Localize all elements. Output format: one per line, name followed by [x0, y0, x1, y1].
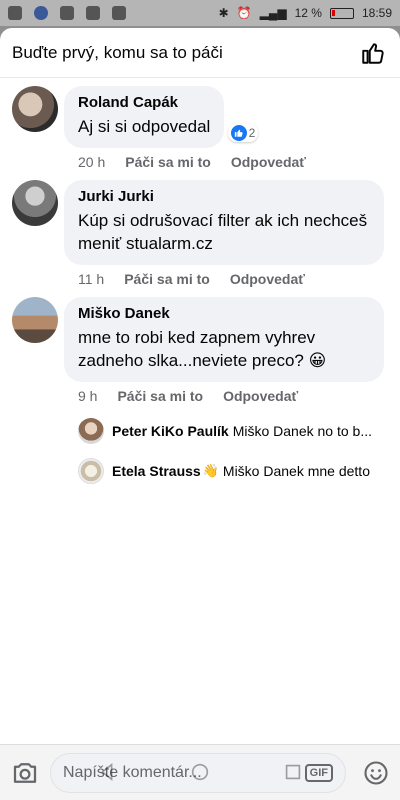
like-button[interactable]: Páči sa mi to	[125, 154, 211, 170]
like-reaction-icon	[230, 125, 247, 141]
comment-bubble[interactable]: Roland Capák Aj si si odpovedal 2	[64, 86, 259, 148]
comment-author[interactable]: Miško Danek	[78, 305, 370, 322]
comment-text: Kúp si odrušovací filter ak ich nechceš …	[78, 211, 368, 253]
reply-list: Peter KiKo Paulík Miško Danek no to b...…	[0, 414, 400, 488]
thumbs-up-icon[interactable]	[360, 40, 386, 66]
avatar[interactable]	[78, 418, 104, 444]
image-icon	[60, 6, 74, 20]
comment-item: Roland Capák Aj si si odpovedal 2 20 h P…	[0, 86, 400, 170]
avatar[interactable]	[12, 180, 58, 226]
comment-time: 20 h	[78, 154, 106, 170]
facebook-icon	[34, 6, 48, 20]
comment-time: 11 h	[78, 271, 105, 287]
comment-author[interactable]: Jurki Jurki	[78, 188, 370, 205]
reply-text: Miško Danek no to b...	[232, 423, 372, 439]
camera-icon[interactable]	[10, 758, 40, 788]
comments-sheet: Buďte prvý, komu sa to páči Roland Capák…	[0, 28, 400, 800]
gif-button[interactable]: GIF	[304, 763, 333, 782]
battery-icon	[329, 7, 354, 19]
notification-icon	[8, 6, 22, 20]
comment-actions: 9 h Páči sa mi to Odpovedať	[64, 382, 388, 404]
comment-time: 9 h	[78, 388, 98, 404]
bluetooth-icon: ✱	[218, 6, 229, 20]
comment-bubble[interactable]: Jurki Jurki Kúp si odrušovací filter ak …	[64, 180, 384, 265]
avatar[interactable]	[12, 297, 58, 343]
reply-text: Miško Danek mne detto	[222, 463, 370, 479]
like-button[interactable]: Páči sa mi to	[117, 388, 203, 404]
comment-bubble[interactable]: Miško Danek mne to robi ked zapnem vyhre…	[64, 297, 384, 382]
reply-button[interactable]: Odpovedať	[231, 154, 306, 170]
comment-text: Aj si si odpovedal	[78, 117, 211, 136]
reply-item[interactable]: Peter KiKo Paulík Miško Danek no to b...	[78, 414, 400, 448]
comment-composer: Napíšte komentár... GIF	[0, 744, 400, 800]
reaction-count: 2	[248, 126, 256, 140]
reply-item[interactable]: Etela Strauss 👋 Miško Danek mne detto	[78, 454, 400, 488]
reply-button[interactable]: Odpovedať	[223, 388, 298, 404]
battery-percent: 12 %	[294, 6, 322, 20]
emoji-icon[interactable]	[362, 759, 390, 787]
status-bar: ✱ ⏰ ▂▄▆ 12 % 18:59	[0, 0, 400, 26]
reply-author[interactable]: Etela Strauss	[112, 463, 201, 479]
comment-input[interactable]: Napíšte komentár... GIF	[50, 752, 346, 793]
alarm-icon: ⏰	[236, 6, 252, 20]
like-button[interactable]: Páči sa mi to	[124, 271, 210, 287]
more-icon	[112, 6, 126, 20]
comment-list: Roland Capák Aj si si odpovedal 2 20 h P…	[0, 78, 400, 488]
comment-item: Miško Danek mne to robi ked zapnem vyhre…	[0, 297, 400, 404]
page-title: Buďte prvý, komu sa to páči	[12, 42, 223, 62]
comment-item: Jurki Jurki Kúp si odrušovací filter ak …	[0, 180, 400, 287]
wave-emoji: 👋	[202, 463, 219, 478]
comment-author[interactable]: Roland Capák	[78, 94, 210, 111]
reply-button[interactable]: Odpovedať	[230, 271, 305, 287]
comment-actions: 11 h Páči sa mi to Odpovedať	[64, 265, 388, 287]
status-time: 18:59	[361, 6, 392, 20]
comment-text: mne to robi ked zapnem vyhrev zadneho sl…	[78, 328, 327, 370]
signal-icon: ▂▄▆	[259, 6, 287, 20]
reply-author[interactable]: Peter KiKo Paulík	[112, 423, 229, 439]
avatar[interactable]	[78, 458, 104, 484]
reaction-badge[interactable]: 2	[227, 124, 259, 142]
comment-actions: 20 h Páči sa mi to Odpovedať	[64, 148, 388, 170]
download-icon	[86, 6, 100, 20]
comment-input-placeholder: Napíšte komentár...	[63, 763, 202, 781]
sheet-header: Buďte prvý, komu sa to páči	[0, 28, 400, 78]
avatar[interactable]	[12, 86, 58, 132]
